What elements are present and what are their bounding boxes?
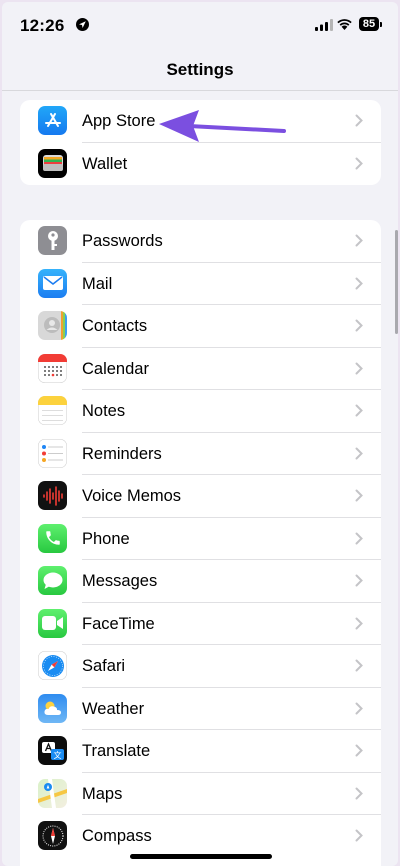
settings-row-mail[interactable]: Mail — [20, 263, 381, 305]
chevron-right-icon — [355, 532, 363, 544]
phone-icon — [38, 523, 67, 553]
row-label: Contacts — [82, 317, 148, 335]
row-label: Weather — [82, 699, 145, 718]
settings-row-messages[interactable]: Messages — [20, 560, 381, 603]
row-label: Safari — [82, 657, 126, 675]
settings-row-weather[interactable]: Weather — [20, 688, 381, 730]
settings-row-reminders[interactable]: Reminders — [20, 433, 381, 475]
chevron-right-icon — [355, 319, 363, 332]
chevron-right-icon — [355, 489, 363, 502]
row-label: Maps — [82, 784, 123, 803]
row-label: Passwords — [82, 232, 163, 250]
home-indicator[interactable] — [130, 854, 272, 859]
settings-row-safari[interactable]: Safari — [20, 645, 381, 688]
chevron-right-icon — [355, 787, 363, 799]
settings-row-calendar[interactable]: Calendar — [20, 348, 381, 390]
settings-row-maps[interactable]: Maps — [20, 773, 381, 815]
row-label: Calendar — [82, 359, 149, 378]
chevron-right-icon — [355, 404, 363, 417]
contacts-icon — [38, 311, 67, 340]
row-label: Translate — [82, 742, 151, 760]
battery-icon: 85 — [359, 17, 382, 31]
chevron-right-icon — [355, 744, 363, 757]
row-label: Phone — [82, 529, 130, 548]
row-label: FaceTime — [82, 614, 155, 633]
row-label: Compass — [82, 827, 152, 845]
messages-icon — [38, 566, 67, 595]
settings-row-wallet[interactable]: Wallet — [20, 143, 381, 186]
settings-row-compass[interactable]: Compass — [20, 815, 381, 858]
settings-row-contacts[interactable]: Contacts — [20, 305, 381, 348]
compass-icon — [38, 821, 67, 850]
chevron-right-icon — [355, 702, 363, 714]
facetime-icon — [38, 608, 67, 638]
calendar-icon — [38, 353, 67, 383]
row-label: Messages — [82, 572, 158, 590]
reminders-icon — [38, 438, 67, 468]
row-label: Notes — [82, 402, 126, 420]
weather-icon — [38, 693, 67, 723]
voice-memos-icon — [38, 481, 67, 510]
row-label: App Store — [82, 112, 156, 130]
maps-icon — [38, 778, 67, 808]
svg-text:文: 文 — [53, 750, 61, 760]
settings-row-translate[interactable]: 文 Translate — [20, 730, 381, 773]
scrollbar[interactable] — [395, 230, 398, 334]
chevron-right-icon — [355, 234, 363, 247]
chevron-right-icon — [355, 362, 363, 374]
translate-icon: 文 — [38, 736, 67, 765]
chevron-right-icon — [355, 114, 363, 127]
settings-row-notes[interactable]: Notes — [20, 390, 381, 433]
key-icon — [38, 226, 67, 255]
row-label: Reminders — [82, 444, 162, 463]
notes-icon — [38, 396, 67, 425]
chevron-right-icon — [355, 574, 363, 587]
row-label: Mail — [82, 274, 113, 293]
mail-icon — [38, 268, 67, 298]
chevron-right-icon — [355, 447, 363, 459]
chevron-right-icon — [355, 277, 363, 289]
app-store-icon — [38, 106, 67, 135]
chevron-right-icon — [355, 157, 363, 169]
settings-group-apps: Passwords Mail Contacts Calendar Notes R… — [20, 220, 381, 866]
settings-screen: 12:26 85 Settings App Store Wallet Passw… — [2, 2, 398, 866]
location-icon — [76, 18, 89, 31]
page-title: Settings — [166, 60, 234, 79]
status-bar: 12:26 85 — [2, 2, 398, 48]
settings-row-phone[interactable]: Phone — [20, 518, 381, 560]
wallet-icon — [38, 148, 67, 178]
annotation-arrow-icon — [159, 110, 286, 142]
chevron-right-icon — [355, 617, 363, 629]
settings-row-voice-memos[interactable]: Voice Memos — [20, 475, 381, 518]
battery-level: 85 — [362, 18, 376, 30]
settings-row-facetime[interactable]: FaceTime — [20, 603, 381, 645]
row-label: Wallet — [82, 154, 128, 173]
row-label: Voice Memos — [82, 487, 182, 505]
safari-icon — [38, 651, 67, 680]
chevron-right-icon — [355, 659, 363, 672]
settings-row-passwords[interactable]: Passwords — [20, 220, 381, 263]
chevron-right-icon — [355, 829, 363, 842]
cellular-signal-icon — [315, 19, 333, 31]
wifi-icon — [337, 19, 352, 30]
nav-divider — [2, 90, 398, 91]
status-time: 12:26 — [20, 16, 65, 35]
